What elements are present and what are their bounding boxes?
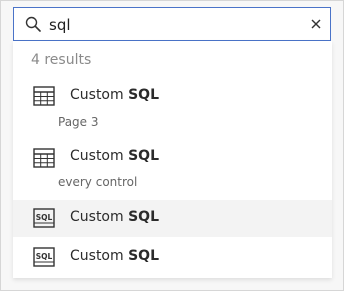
svg-text:SQL: SQL (36, 252, 53, 261)
table-icon (33, 86, 55, 106)
table-icon (33, 148, 55, 168)
result-item[interactable]: Custom SQL every control (13, 139, 332, 195)
results-count: 4 results (31, 52, 92, 68)
svg-text:SQL: SQL (36, 213, 53, 222)
search-box[interactable] (13, 7, 331, 41)
results-dropdown: 4 results Custom SQL Page 3 Custom SQL e… (13, 41, 332, 278)
clear-icon[interactable] (310, 18, 322, 30)
sql-icon: SQL (33, 247, 55, 267)
result-title: Custom SQL (70, 87, 159, 103)
result-subtitle: Page 3 (58, 115, 99, 129)
search-icon (25, 16, 41, 32)
result-item[interactable]: SQL Custom SQL (13, 240, 332, 276)
sql-icon: SQL (33, 208, 55, 228)
result-item[interactable]: Custom SQL Page 3 (13, 78, 332, 133)
result-item[interactable]: SQL Custom SQL (13, 200, 332, 237)
result-title: Custom SQL (70, 148, 159, 164)
result-title: Custom SQL (70, 248, 159, 264)
result-subtitle: every control (58, 175, 138, 189)
result-title: Custom SQL (70, 209, 159, 225)
search-input[interactable] (49, 14, 299, 36)
